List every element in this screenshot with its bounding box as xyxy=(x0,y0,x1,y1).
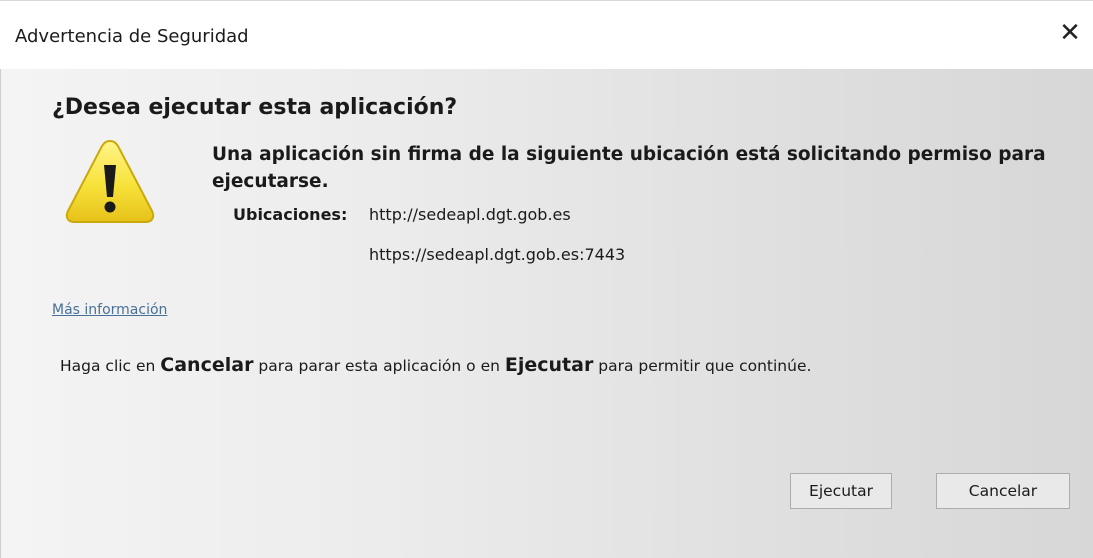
instruction-run-word: Ejecutar xyxy=(504,354,594,376)
instruction-cancel-word: Cancelar xyxy=(160,354,254,376)
location-url: http://sedeapl.dgt.gob.es xyxy=(369,205,571,224)
locations-label: Ubicaciones: xyxy=(233,205,348,224)
run-button[interactable]: Ejecutar xyxy=(790,473,892,509)
close-button[interactable]: ✕ xyxy=(1047,8,1093,58)
title-bar: Advertencia de Seguridad ✕ xyxy=(0,0,1093,69)
cancel-button[interactable]: Cancelar xyxy=(936,473,1070,509)
more-info-link[interactable]: Más información xyxy=(52,302,167,318)
warning-icon xyxy=(65,139,155,223)
instruction-text: Haga clic en Cancelar para parar esta ap… xyxy=(60,354,811,376)
location-url: https://sedeapl.dgt.gob.es:7443 xyxy=(369,245,626,264)
window-title: Advertencia de Seguridad xyxy=(15,26,249,47)
close-icon: ✕ xyxy=(1059,18,1081,48)
instruction-part: para permitir que continúe. xyxy=(593,357,812,375)
warning-message: Una aplicación sin firma de la siguiente… xyxy=(212,144,1046,192)
instruction-part: Haga clic en xyxy=(60,357,161,375)
dialog-question: ¿Desea ejecutar esta aplicación? xyxy=(52,95,458,120)
instruction-part: para parar esta aplicación o en xyxy=(253,357,505,375)
